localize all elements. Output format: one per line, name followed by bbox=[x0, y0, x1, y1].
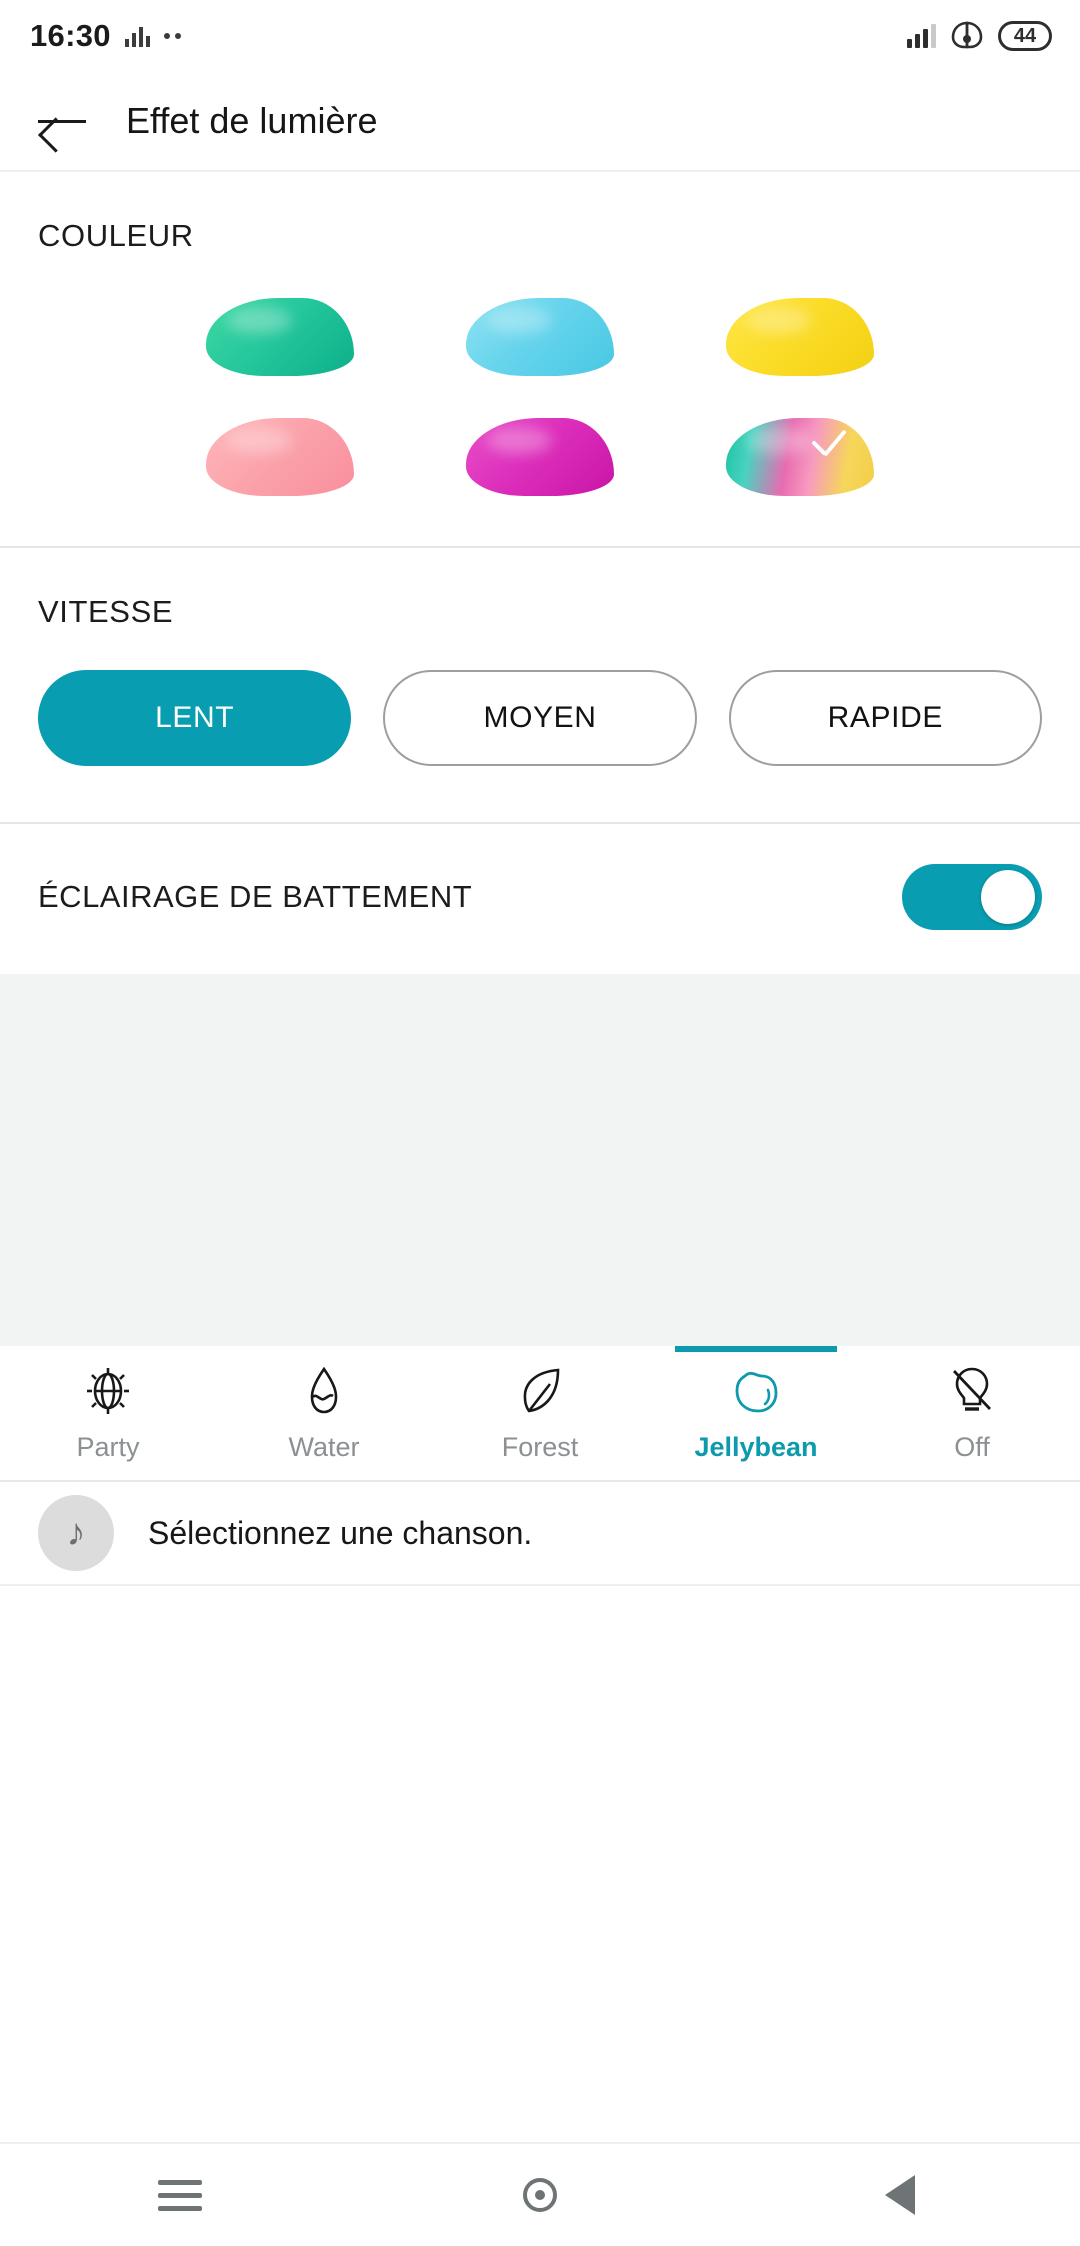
color-swatch-rainbow[interactable] bbox=[726, 418, 874, 496]
tab-label: Party bbox=[76, 1431, 140, 1462]
back-button[interactable] bbox=[36, 101, 88, 141]
music-note-icon: ♪ bbox=[38, 1495, 114, 1571]
color-swatch-green[interactable] bbox=[206, 298, 354, 376]
speed-option-lent[interactable]: LENT bbox=[38, 670, 352, 766]
jellybean-icon bbox=[729, 1364, 783, 1418]
dots-icon bbox=[163, 33, 181, 39]
color-swatch-cyan[interactable] bbox=[466, 298, 614, 376]
bean-shape bbox=[206, 418, 354, 496]
color-swatch-magenta[interactable] bbox=[466, 418, 614, 496]
bulb-off-icon bbox=[945, 1364, 999, 1418]
color-swatch-grid bbox=[0, 254, 1080, 546]
party-sun-icon bbox=[81, 1364, 135, 1418]
back-icon[interactable] bbox=[840, 2163, 960, 2227]
app-bar: Effet de lumière bbox=[0, 72, 1080, 170]
speed-section: VITESSE LENT MOYEN RAPIDE bbox=[0, 548, 1080, 822]
tab-label: Water bbox=[288, 1431, 360, 1462]
effect-tab-bar: Party Water Forest Jellybean Off bbox=[0, 1346, 1080, 1482]
battery-icon: 44 bbox=[998, 21, 1052, 51]
tab-water[interactable]: Water bbox=[216, 1346, 432, 1480]
speed-option-rapide[interactable]: RAPIDE bbox=[728, 670, 1042, 766]
leaf-icon bbox=[513, 1364, 567, 1418]
tab-jellybean[interactable]: Jellybean bbox=[648, 1346, 864, 1480]
signal-icon bbox=[907, 24, 936, 48]
bean-shape bbox=[726, 298, 874, 376]
tab-indicator bbox=[675, 1346, 837, 1352]
wifi-icon bbox=[950, 19, 984, 54]
android-nav-bar bbox=[0, 2142, 1080, 2246]
speed-option-moyen[interactable]: MOYEN bbox=[383, 670, 697, 766]
menu-icon[interactable] bbox=[120, 2163, 240, 2227]
color-section-label: COULEUR bbox=[38, 218, 194, 253]
status-bar: 16:30 44 bbox=[0, 0, 1080, 72]
water-drop-icon bbox=[297, 1364, 351, 1418]
check-icon bbox=[808, 438, 852, 468]
status-time: 16:30 bbox=[30, 18, 111, 53]
song-row-divider bbox=[0, 1584, 1080, 1586]
beat-lighting-label: ÉCLAIRAGE DE BATTEMENT bbox=[38, 879, 473, 914]
speed-options: LENT MOYEN RAPIDE bbox=[0, 630, 1080, 822]
status-bar-left: 16:30 bbox=[30, 18, 181, 54]
tab-label: Forest bbox=[501, 1431, 579, 1462]
beat-lighting-row: ÉCLAIRAGE DE BATTEMENT bbox=[0, 824, 1080, 974]
toggle-knob bbox=[981, 870, 1035, 924]
tab-off[interactable]: Off bbox=[864, 1346, 1080, 1480]
song-selector-row[interactable]: ♪ Sélectionnez une chanson. bbox=[0, 1482, 1080, 1584]
content-placeholder-area bbox=[0, 974, 1080, 1346]
app-screen: 16:30 44 Effet de lumière COULEUR VITESS… bbox=[0, 0, 1080, 2246]
bean-shape bbox=[466, 418, 614, 496]
page-title: Effet de lumière bbox=[126, 100, 378, 141]
bean-shape bbox=[466, 298, 614, 376]
status-bar-right: 44 bbox=[907, 19, 1052, 54]
equalizer-icon bbox=[124, 25, 150, 47]
beat-lighting-toggle[interactable] bbox=[902, 864, 1042, 930]
home-icon[interactable] bbox=[480, 2163, 600, 2227]
tab-party[interactable]: Party bbox=[0, 1346, 216, 1480]
color-swatch-pink[interactable] bbox=[206, 418, 354, 496]
tab-label: Jellybean bbox=[694, 1431, 818, 1462]
color-section: COULEUR bbox=[0, 172, 1080, 546]
speed-section-label: VITESSE bbox=[38, 594, 174, 629]
color-swatch-yellow[interactable] bbox=[726, 298, 874, 376]
tab-label: Off bbox=[954, 1431, 990, 1462]
bean-shape bbox=[206, 298, 354, 376]
tab-forest[interactable]: Forest bbox=[432, 1346, 648, 1480]
song-selector-text: Sélectionnez une chanson. bbox=[148, 1514, 533, 1551]
